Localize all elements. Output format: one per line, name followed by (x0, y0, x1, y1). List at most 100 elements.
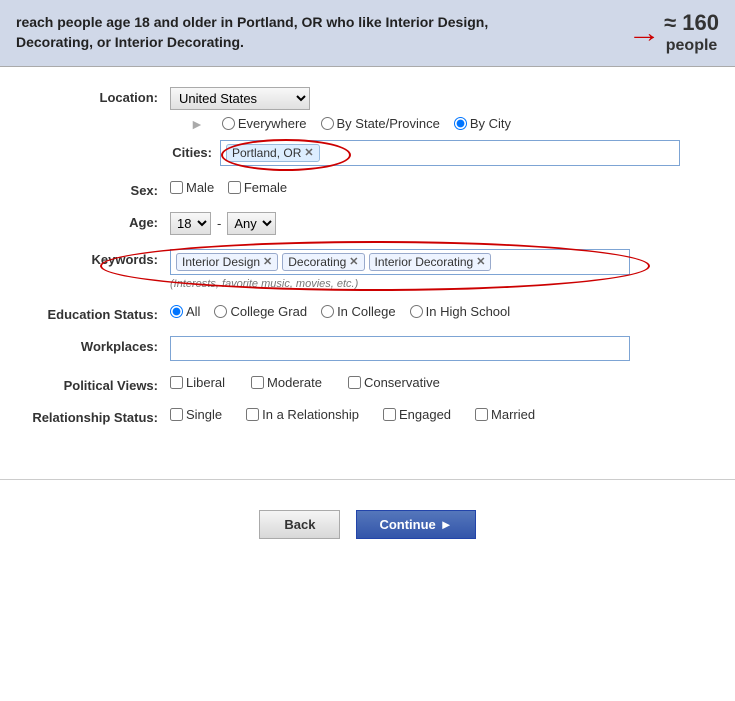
workplaces-input[interactable] (170, 336, 630, 361)
keyword-remove-2[interactable]: ✕ (476, 255, 485, 268)
political-control: Liberal Moderate Conservative (170, 375, 705, 390)
location-control: United States Canada United Kingdom Aust… (170, 87, 705, 166)
keyword-text-0: Interior Design (182, 255, 260, 269)
radio-by-city-input[interactable] (454, 117, 467, 130)
edu-high-school-label: In High School (426, 304, 511, 319)
rel-engaged[interactable]: Engaged (383, 407, 451, 422)
political-label: Political Views: (30, 375, 170, 393)
edu-college-grad-radio[interactable] (214, 305, 227, 318)
political-conservative[interactable]: Conservative (348, 375, 440, 390)
approx-symbol: ≈ (664, 10, 676, 35)
keyword-tag-0[interactable]: Interior Design ✕ (176, 253, 278, 271)
relationship-control: Single In a Relationship Engaged Married (170, 407, 705, 422)
edu-high-school[interactable]: In High School (410, 304, 511, 319)
keyword-text-2: Interior Decorating (375, 255, 474, 269)
sex-male-option[interactable]: Male (170, 180, 214, 195)
relationship-row: Relationship Status: Single In a Relatio… (30, 407, 705, 425)
political-conservative-checkbox[interactable] (348, 376, 361, 389)
people-label: people (664, 36, 719, 55)
sex-label: Sex: (30, 180, 170, 198)
divider (0, 479, 735, 480)
keyword-tag-2[interactable]: Interior Decorating ✕ (369, 253, 492, 271)
city-tag-text: Portland, OR (232, 146, 301, 160)
count-number: 160 (682, 10, 719, 35)
keywords-label: Keywords: (30, 249, 170, 267)
education-control: All College Grad In College In High Scho… (170, 304, 705, 319)
edu-all-radio[interactable] (170, 305, 183, 318)
buttons-row: Back Continue ► (0, 500, 735, 559)
education-label: Education Status: (30, 304, 170, 322)
political-moderate-label: Moderate (267, 375, 322, 390)
rel-engaged-checkbox[interactable] (383, 408, 396, 421)
sex-female-checkbox[interactable] (228, 181, 241, 194)
rel-single[interactable]: Single (170, 407, 222, 422)
rel-in-relationship-checkbox[interactable] (246, 408, 259, 421)
form-area: Location: United States Canada United Ki… (0, 67, 735, 459)
keywords-oval-wrapper: Interior Design ✕ Decorating ✕ Interior … (170, 249, 630, 275)
sex-male-checkbox[interactable] (170, 181, 183, 194)
radio-by-state-input[interactable] (321, 117, 334, 130)
age-to-select[interactable]: Any 18192025 3035404550 (227, 212, 276, 235)
header-description: reach people age 18 and older in Portlan… (16, 13, 546, 52)
radio-everywhere[interactable]: Everywhere (222, 116, 307, 131)
radio-by-city[interactable]: By City (454, 116, 511, 131)
reach-count-area: → ≈ 160 people (630, 10, 719, 56)
city-tag[interactable]: Portland, OR ✕ (226, 144, 320, 162)
rel-married-checkbox[interactable] (475, 408, 488, 421)
relationship-label: Relationship Status: (30, 407, 170, 425)
age-from-select[interactable]: 18 1314151617 1920212530 (170, 212, 211, 235)
edu-in-college-label: In College (337, 304, 396, 319)
people-count: ≈ 160 people (664, 10, 719, 56)
sex-female-option[interactable]: Female (228, 180, 287, 195)
radio-by-state[interactable]: By State/Province (321, 116, 440, 131)
age-label: Age: (30, 212, 170, 230)
cities-row: Cities: Portland, OR ✕ (170, 140, 705, 166)
political-liberal-checkbox[interactable] (170, 376, 183, 389)
edu-college-grad[interactable]: College Grad (214, 304, 307, 319)
age-dash: - (217, 216, 221, 231)
edu-high-school-radio[interactable] (410, 305, 423, 318)
keywords-row: Keywords: Interior Design ✕ Decorating ✕… (30, 249, 705, 290)
political-moderate-checkbox[interactable] (251, 376, 264, 389)
continue-label: Continue (379, 517, 435, 532)
cities-input-box[interactable]: Portland, OR ✕ (220, 140, 680, 166)
keyword-remove-1[interactable]: ✕ (349, 255, 358, 268)
political-row: Political Views: Liberal Moderate Conser… (30, 375, 705, 393)
workplaces-row: Workplaces: (30, 336, 705, 361)
keywords-hint: (Interests, favorite music, movies, etc.… (170, 278, 705, 290)
rel-in-relationship[interactable]: In a Relationship (246, 407, 359, 422)
by-state-label: By State/Province (337, 116, 440, 131)
political-moderate[interactable]: Moderate (251, 375, 322, 390)
radio-everywhere-input[interactable] (222, 117, 235, 130)
keyword-remove-0[interactable]: ✕ (263, 255, 272, 268)
continue-button[interactable]: Continue ► (356, 510, 475, 539)
rel-single-label: Single (186, 407, 222, 422)
keyword-tag-1[interactable]: Decorating ✕ (282, 253, 364, 271)
rel-married[interactable]: Married (475, 407, 535, 422)
keywords-box[interactable]: Interior Design ✕ Decorating ✕ Interior … (170, 249, 630, 275)
location-label: Location: (30, 87, 170, 105)
political-liberal[interactable]: Liberal (170, 375, 225, 390)
approx-count: ≈ 160 (664, 10, 719, 36)
keyword-text-1: Decorating (288, 255, 346, 269)
sex-female-label: Female (244, 180, 287, 195)
keywords-control: Interior Design ✕ Decorating ✕ Interior … (170, 249, 705, 290)
political-liberal-label: Liberal (186, 375, 225, 390)
age-control: 18 1314151617 1920212530 - Any 18192025 … (170, 212, 705, 235)
education-row: Education Status: All College Grad In Co… (30, 304, 705, 322)
edu-all-label: All (186, 304, 200, 319)
arrow-icon: → (627, 17, 661, 49)
edu-all[interactable]: All (170, 304, 200, 319)
city-tag-remove[interactable]: ✕ (304, 146, 313, 159)
city-tag-wrapper: Portland, OR ✕ (226, 144, 320, 162)
back-button[interactable]: Back (259, 510, 340, 539)
everywhere-label: Everywhere (238, 116, 307, 131)
location-dropdown[interactable]: United States Canada United Kingdom Aust… (170, 87, 310, 110)
rel-single-checkbox[interactable] (170, 408, 183, 421)
sub-arrow-icon: ► (190, 116, 204, 132)
continue-arrow-icon: ► (440, 517, 453, 532)
header-banner: reach people age 18 and older in Portlan… (0, 0, 735, 67)
location-type-row: ► Everywhere By State/Province By City (190, 116, 705, 132)
edu-in-college-radio[interactable] (321, 305, 334, 318)
edu-in-college[interactable]: In College (321, 304, 396, 319)
